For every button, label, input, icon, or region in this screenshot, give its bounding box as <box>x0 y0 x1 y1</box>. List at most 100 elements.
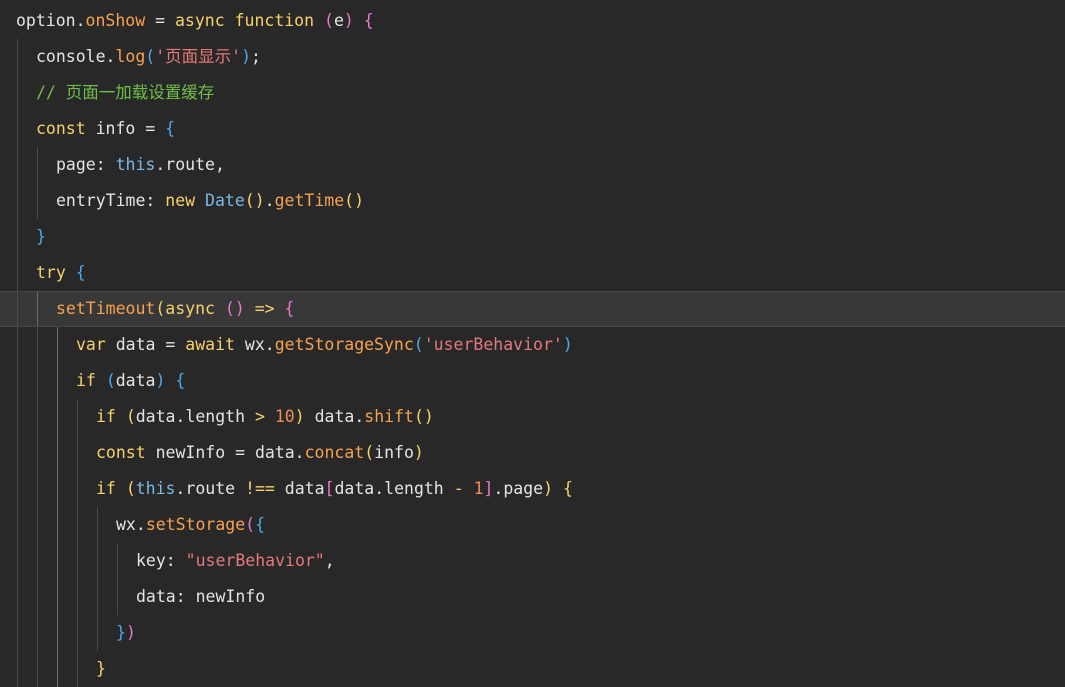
code-line[interactable]: key: "userBehavior", <box>0 543 1065 579</box>
current-code-line[interactable]: setTimeout(async () => { <box>0 291 1065 327</box>
code-token: getTime <box>274 191 345 210</box>
code-token: ( <box>324 11 334 30</box>
code-token: } <box>36 227 46 246</box>
indent-guide <box>77 507 78 543</box>
indent-guide <box>57 327 58 363</box>
code-token: ) <box>343 11 354 30</box>
indent-guide <box>117 579 118 615</box>
code-token: key: <box>136 551 186 570</box>
indent-guide <box>37 183 38 219</box>
code-token: data: newInfo <box>136 587 266 606</box>
code-token: = <box>145 11 175 30</box>
indent-guide <box>37 399 38 435</box>
code-token: page: <box>56 155 116 174</box>
code-token: entryTime: <box>56 191 166 210</box>
code-line[interactable]: if (this.route !== data[data.length - 1]… <box>0 471 1065 507</box>
code-line[interactable]: }) <box>0 615 1065 651</box>
code-text: wx.setStorage({ <box>116 507 265 543</box>
code-token: info <box>374 443 414 462</box>
code-token: data = <box>105 335 186 354</box>
indent-guide <box>57 507 58 543</box>
code-token: ( <box>245 515 256 534</box>
code-line[interactable]: option.onShow = async function (e) { <box>0 3 1065 39</box>
indent-guide <box>77 399 78 435</box>
code-line[interactable]: const newInfo = data.concat(info) <box>0 435 1065 471</box>
indent-guide <box>97 543 98 579</box>
code-line[interactable]: const info = { <box>0 111 1065 147</box>
code-token: shift <box>364 407 414 426</box>
code-token: try <box>36 263 66 282</box>
indent-guide <box>37 507 38 543</box>
indent-guide <box>37 147 38 183</box>
code-line[interactable]: try { <box>0 255 1065 291</box>
code-token: ( <box>105 371 116 390</box>
code-token: { <box>175 371 186 390</box>
code-token: !== <box>245 479 275 498</box>
indent-guide <box>37 543 38 579</box>
code-line[interactable]: } <box>0 651 1065 687</box>
indent-guide <box>37 292 38 326</box>
indent-guide <box>97 615 98 651</box>
code-line[interactable]: } <box>0 219 1065 255</box>
code-line[interactable]: if (data) { <box>0 363 1065 399</box>
code-token: > <box>254 407 265 426</box>
code-token: ) <box>294 407 305 426</box>
indent-guide <box>57 579 58 615</box>
code-line[interactable]: if (data.length > 10) data.shift() <box>0 399 1065 435</box>
indent-guide <box>17 183 18 219</box>
code-text: key: "userBehavior", <box>136 543 335 579</box>
code-line[interactable]: entryTime: new Date().getTime() <box>0 183 1065 219</box>
code-line[interactable]: var data = await wx.getStorageSync('user… <box>0 327 1065 363</box>
code-text: const newInfo = data.concat(info) <box>96 435 424 471</box>
code-token: ) <box>125 623 136 642</box>
code-token: e <box>333 11 344 30</box>
indent-guide <box>57 399 58 435</box>
code-token: () <box>413 407 434 426</box>
code-token: ( <box>125 407 136 426</box>
indent-guide <box>117 543 118 579</box>
code-text: if (data.length > 10) data.shift() <box>96 399 434 435</box>
indent-guide <box>37 615 38 651</box>
code-token: newInfo = data. <box>145 443 305 462</box>
code-token: option. <box>16 11 86 30</box>
code-editor[interactable]: option.onShow = async function (e) {cons… <box>0 3 1065 687</box>
code-text: data: newInfo <box>136 579 265 615</box>
code-token: console. <box>36 47 116 66</box>
code-token: wx. <box>234 335 275 354</box>
code-token: '页面显示' <box>155 47 242 66</box>
code-token: var <box>76 335 106 354</box>
code-token: new <box>165 191 196 210</box>
code-token: if <box>96 407 116 426</box>
code-text: option.onShow = async function (e) { <box>16 3 374 39</box>
code-token: if <box>96 479 116 498</box>
code-token: async <box>174 11 225 30</box>
code-line[interactable]: // 页面一加载设置缓存 <box>0 75 1065 111</box>
code-text: setTimeout(async () => { <box>56 292 294 326</box>
code-token: if <box>76 371 96 390</box>
code-token: => <box>244 299 285 318</box>
indent-guide <box>77 435 78 471</box>
code-token: () <box>244 191 265 210</box>
code-line[interactable]: page: this.route, <box>0 147 1065 183</box>
code-token: ) <box>241 47 252 66</box>
code-line[interactable]: data: newInfo <box>0 579 1065 615</box>
indent-guide <box>57 543 58 579</box>
code-token: () <box>344 191 365 210</box>
code-token: data. <box>304 407 365 426</box>
code-line[interactable]: wx.setStorage({ <box>0 507 1065 543</box>
code-token: 'userBehavior' <box>423 335 563 354</box>
code-token: { <box>75 263 86 282</box>
code-token: { <box>562 479 573 498</box>
indent-guide <box>17 363 18 399</box>
code-token: 1 <box>473 479 484 498</box>
code-line[interactable]: console.log('页面显示'); <box>0 39 1065 75</box>
